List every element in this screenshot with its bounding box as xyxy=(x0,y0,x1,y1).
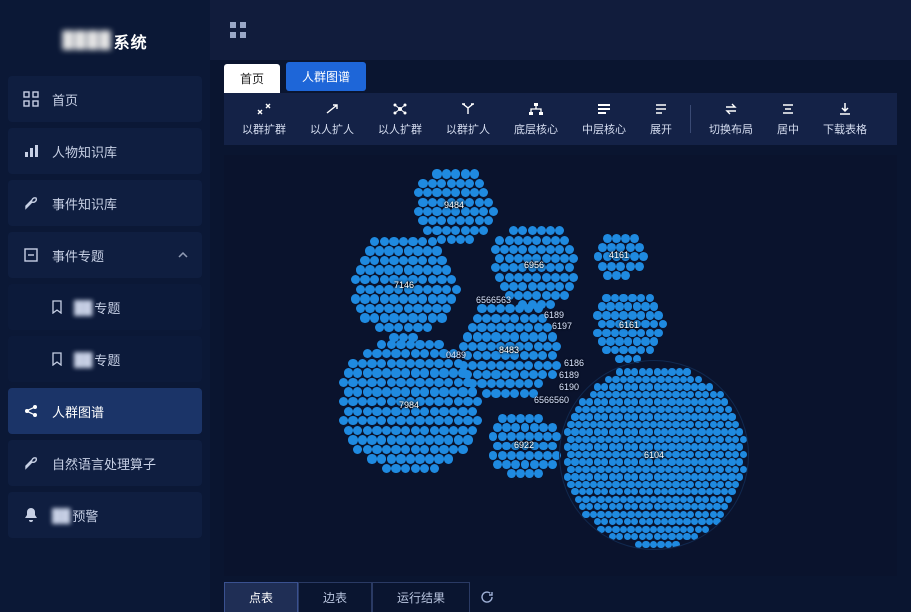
sidebar-item-event-kb[interactable]: 事件知识库 xyxy=(8,180,202,226)
sidebar-item-home[interactable]: 首页 xyxy=(8,76,202,122)
graph-annotation: 6566563 xyxy=(476,295,511,305)
graph-annotation: 0489 xyxy=(446,350,466,360)
split-icon xyxy=(460,101,476,117)
sitemap-icon xyxy=(528,101,544,117)
tb-group-expand-group[interactable]: 以群扩群 xyxy=(232,99,296,139)
center-icon xyxy=(780,101,796,117)
graph-annotation: 6197 xyxy=(552,321,572,331)
download-icon xyxy=(837,101,853,117)
redacted-label: ██ xyxy=(74,300,92,315)
main-area: 首页 人群图谱 以群扩群 以人扩人 以人扩群 以群扩人 底层核心 xyxy=(210,0,911,612)
arrows-out-icon xyxy=(256,101,272,117)
tb-center[interactable]: 居中 xyxy=(767,99,809,139)
sidebar: ████ 系统 首页 人物知识库 事件知识库 事件专题 ██ 专题 xyxy=(0,0,210,612)
sidebar-item-label: 事件知识库 xyxy=(52,194,117,213)
app-title-redacted: ████ xyxy=(62,32,111,50)
cluster-node[interactable]: 6161 xyxy=(589,285,669,365)
graph-annotation: 6566560 xyxy=(534,395,569,405)
tb-group-expand-person[interactable]: 以群扩人 xyxy=(436,99,500,139)
tb-person-expand-group[interactable]: 以人扩群 xyxy=(368,99,432,139)
swap-icon xyxy=(723,101,739,117)
redacted-label: ██ xyxy=(52,508,70,523)
app-menu-icon[interactable] xyxy=(230,22,246,38)
sidebar-item-label: 事件专题 xyxy=(52,246,104,265)
sidebar-item-nlp[interactable]: 自然语言处理算子 xyxy=(8,440,202,486)
sidebar-item-alert[interactable]: ██ 预警 xyxy=(8,492,202,538)
top-bar xyxy=(210,0,911,60)
graph-annotation: 6190 xyxy=(559,382,579,392)
share-icon xyxy=(22,402,40,420)
tb-bottom-core[interactable]: 底层核心 xyxy=(504,99,568,139)
wrench-icon xyxy=(22,454,40,472)
sidebar-item-label: 人物知识库 xyxy=(52,142,117,161)
graph-annotation: 6189 xyxy=(559,370,579,380)
tab-crowd-graph[interactable]: 人群图谱 xyxy=(286,62,366,91)
content: 首页 人群图谱 以群扩群 以人扩人 以人扩群 以群扩人 底层核心 xyxy=(210,60,911,612)
tb-download[interactable]: 下载表格 xyxy=(813,99,877,139)
graph-canvas[interactable]: 9484695641617146616184837984692261046566… xyxy=(224,155,897,576)
tb-mid-core[interactable]: 中层核心 xyxy=(572,99,636,139)
cluster-node[interactable]: 4161 xyxy=(589,225,649,285)
hub-icon xyxy=(392,101,408,117)
toolbar: 以群扩群 以人扩人 以人扩群 以群扩人 底层核心 中层核心 xyxy=(224,93,897,145)
lines-icon xyxy=(653,101,669,117)
cluster-node[interactable]: 7146 xyxy=(346,227,462,343)
bookmark-icon xyxy=(50,298,64,316)
sidebar-item-crowd-graph[interactable]: 人群图谱 xyxy=(8,388,202,434)
box-minus-icon xyxy=(22,246,40,264)
redacted-label: ██ xyxy=(74,352,92,367)
tab-nodes[interactable]: 点表 xyxy=(224,582,298,612)
cluster-node[interactable]: 6922 xyxy=(484,405,564,485)
app-title: ████ 系统 xyxy=(8,6,202,76)
sidebar-item-label: 自然语言处理算子 xyxy=(52,454,156,473)
tab-home[interactable]: 首页 xyxy=(224,64,280,93)
sidebar-item-person-kb[interactable]: 人物知识库 xyxy=(8,128,202,174)
sidebar-item-topic-b[interactable]: ██ 专题 xyxy=(8,336,202,382)
bell-icon xyxy=(22,506,40,524)
graph-annotation: 6189 xyxy=(544,310,564,320)
tab-result[interactable]: 运行结果 xyxy=(372,582,470,612)
tb-switch-layout[interactable]: 切换布局 xyxy=(699,99,763,139)
toolbar-divider xyxy=(690,105,691,133)
tab-edges[interactable]: 边表 xyxy=(298,582,372,612)
bookmark-icon xyxy=(50,350,64,368)
page-tabs: 首页 人群图谱 xyxy=(224,64,897,93)
sidebar-item-topic-a[interactable]: ██ 专题 xyxy=(8,284,202,330)
sidebar-item-label: 首页 xyxy=(52,90,78,109)
result-tabs: 点表 边表 运行结果 xyxy=(224,576,897,612)
grid2-icon xyxy=(22,90,40,108)
sidebar-item-label: 专题 xyxy=(94,298,120,317)
layers-icon xyxy=(596,101,612,117)
wrench-icon xyxy=(22,194,40,212)
chart-icon xyxy=(22,142,40,160)
graph-annotation: 6186 xyxy=(564,358,584,368)
chevron-up-icon xyxy=(178,250,188,260)
sidebar-item-label: 专题 xyxy=(94,350,120,369)
cluster-node[interactable]: 6104 xyxy=(559,360,749,550)
tb-person-expand-person[interactable]: 以人扩人 xyxy=(300,99,364,139)
arrow-diag-icon xyxy=(324,101,340,117)
refresh-icon[interactable] xyxy=(480,590,494,604)
sidebar-item-event-topic[interactable]: 事件专题 xyxy=(8,232,202,278)
tb-expand[interactable]: 展开 xyxy=(640,99,682,139)
sidebar-item-label: 人群图谱 xyxy=(52,402,104,421)
sidebar-item-label: 预警 xyxy=(72,506,98,525)
